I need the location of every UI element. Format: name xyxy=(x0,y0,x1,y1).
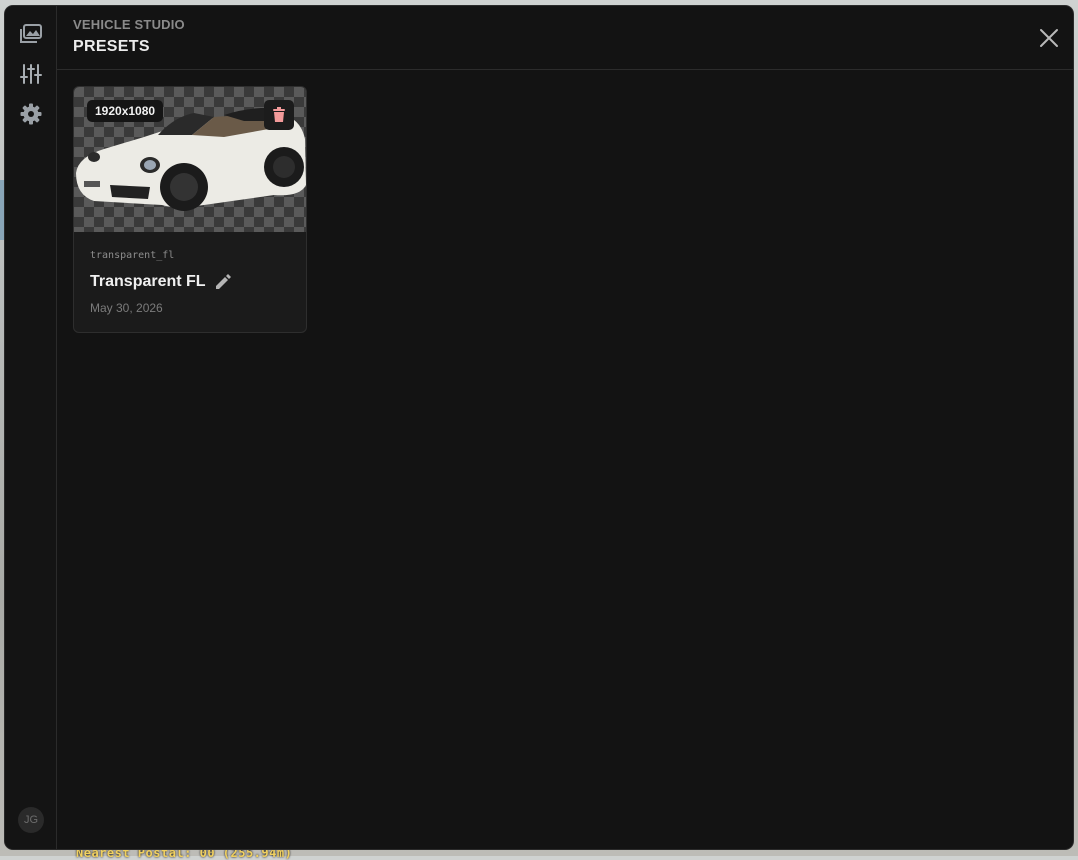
sidebar: JG xyxy=(5,6,57,849)
preset-card[interactable]: 1920x1080 transparent_fl Transparent FL … xyxy=(73,86,307,333)
vehicle-studio-window: JG VEHICLE STUDIO PRESETS 1920x1080 tran… xyxy=(5,6,1073,849)
preset-id: transparent_fl xyxy=(90,250,175,261)
preset-thumbnail[interactable]: 1920x1080 xyxy=(74,87,306,232)
pencil-icon xyxy=(216,274,231,289)
preset-name: Transparent FL xyxy=(90,273,206,290)
sidebar-item-gallery[interactable] xyxy=(17,20,45,48)
edit-name-button[interactable] xyxy=(214,273,234,293)
sidebar-item-settings[interactable] xyxy=(17,100,45,128)
close-button[interactable] xyxy=(1037,26,1061,50)
sliders-icon xyxy=(20,64,42,84)
header: VEHICLE STUDIO PRESETS xyxy=(57,6,1073,70)
gallery-icon xyxy=(20,24,42,43)
trash-icon xyxy=(273,107,285,122)
app-eyebrow: VEHICLE STUDIO xyxy=(73,17,185,32)
preset-date: May 30, 2026 xyxy=(90,301,163,315)
user-avatar[interactable]: JG xyxy=(18,807,44,833)
close-icon xyxy=(1040,29,1058,47)
resolution-badge: 1920x1080 xyxy=(87,100,164,122)
sidebar-item-presets[interactable] xyxy=(17,60,45,88)
page-title: PRESETS xyxy=(73,38,150,55)
delete-preset-button[interactable] xyxy=(264,100,294,130)
gear-icon xyxy=(20,103,42,125)
